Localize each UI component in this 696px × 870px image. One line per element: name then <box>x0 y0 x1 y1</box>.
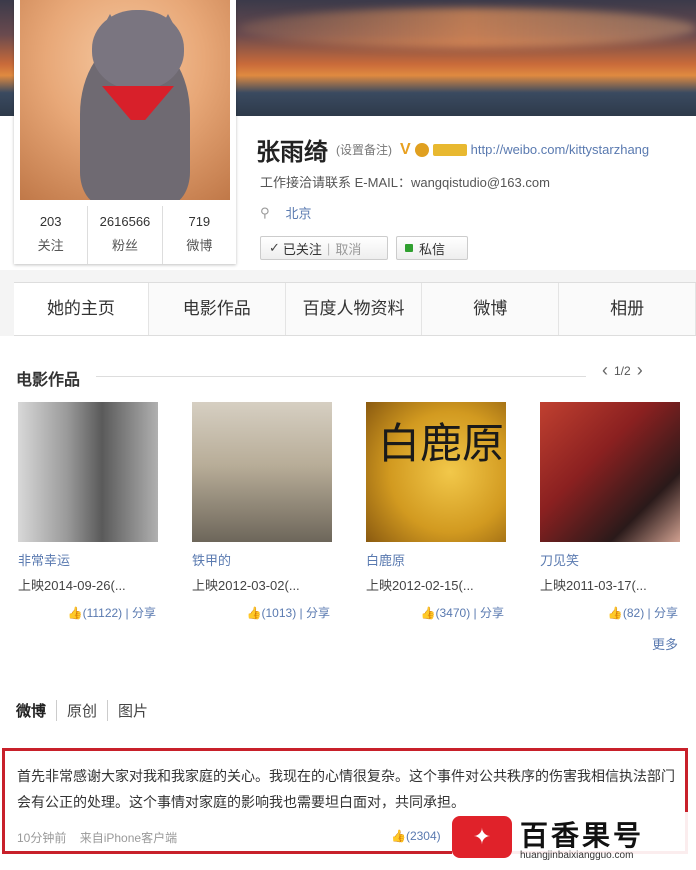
message-icon <box>405 244 413 252</box>
films-pager: ‹ 1/2 › <box>596 360 649 381</box>
section-divider <box>96 376 586 377</box>
stat-following[interactable]: 203 关注 <box>14 206 87 264</box>
thumbs-up-icon[interactable]: 👍 <box>68 606 83 620</box>
watermark: ✦ 百香果号 huangjinbaixiangguo.com <box>452 812 690 864</box>
cat-head-shape <box>92 10 184 90</box>
share-link[interactable]: 分享 <box>132 606 156 620</box>
profile-url-link[interactable]: http://weibo.com/kittystarzhang <box>471 142 649 157</box>
gold-medal-icon[interactable] <box>414 142 429 157</box>
films-section-title: 电影作品 <box>16 372 81 389</box>
like-count[interactable]: (11122) <box>83 606 123 620</box>
movie-card: 非常幸运 上映2014-09-26(... 👍(11122) | 分享 <box>18 402 158 621</box>
profile-name: 张雨绮 <box>256 139 328 166</box>
like-count[interactable]: (82) <box>623 606 644 620</box>
tab-home[interactable]: 她的主页 <box>14 283 149 335</box>
post-meta: 10分钟前 来自iPhone客户端 <box>17 829 177 846</box>
tab-album[interactable]: 相册 <box>559 283 696 335</box>
stat-label: 微博 <box>186 238 213 253</box>
like-count[interactable]: (3470) <box>436 606 471 620</box>
movie-card: 刀见笑 上映2011-03-17(... 👍(82) | 分享 <box>540 402 680 621</box>
feed-tab-all[interactable]: 微博 <box>16 700 56 721</box>
message-label: 私信 <box>419 241 446 257</box>
movie-release-date: 上映2012-03-02(... <box>192 578 300 593</box>
profile-location: ⚲ 北京 <box>260 203 312 222</box>
button-separator: | <box>326 240 331 256</box>
thumbs-up-icon[interactable]: 👍 <box>421 606 436 620</box>
thumbs-up-icon[interactable]: 👍 <box>608 606 623 620</box>
main-content: 电影作品 ‹ 1/2 › 非常幸运 上映2014-09-26(... 👍(111… <box>0 336 696 870</box>
watermark-url: huangjinbaixiangguo.com <box>520 850 634 861</box>
thumbs-up-icon[interactable]: 👍 <box>247 606 262 620</box>
share-link[interactable]: 分享 <box>480 606 504 620</box>
share-link[interactable]: 分享 <box>654 606 678 620</box>
tab-weibo[interactable]: 微博 <box>422 283 560 335</box>
verified-badge[interactable]: V <box>400 141 411 159</box>
watermark-text: 百香果号 <box>520 820 645 851</box>
profile-tabs: 她的主页 电影作品 百度人物资料 微博 相册 <box>14 282 696 336</box>
movie-title[interactable]: 铁甲的 <box>192 550 332 569</box>
profile-stats: 203 关注 2616566 粉丝 719 微博 <box>14 206 236 264</box>
movie-actions: 👍(3470) | 分享 <box>420 606 504 620</box>
movie-release-date: 上映2011-03-17(... <box>540 578 647 593</box>
movie-poster[interactable] <box>192 402 332 542</box>
stat-label: 关注 <box>37 238 64 253</box>
poster-calligraphy: 白鹿原 <box>378 419 505 468</box>
movie-actions: 👍(11122) | 分享 <box>67 606 156 620</box>
movie-release-date: 上映2014-09-26(... <box>18 578 126 593</box>
stat-posts[interactable]: 719 微博 <box>161 206 236 264</box>
movie-card: 白鹿原 白鹿原 上映2012-02-15(... 👍(3470) | 分享 <box>366 402 506 621</box>
set-remark-link[interactable]: (设置备注) <box>336 141 392 158</box>
movie-card: 铁甲的 上映2012-03-02(... 👍(1013) | 分享 <box>192 402 332 621</box>
movie-actions: 👍(1013) | 分享 <box>246 606 330 620</box>
cat-ear-left <box>96 14 124 40</box>
post-like-count: (2304) <box>405 829 441 843</box>
movie-actions: 👍(82) | 分享 <box>607 606 678 620</box>
avatar[interactable] <box>20 0 230 200</box>
post-like[interactable]: 👍(2304) <box>391 829 441 843</box>
unfollow-link[interactable]: 取消 <box>335 239 361 258</box>
feed-tab-images[interactable]: 图片 <box>107 700 158 721</box>
next-page-icon[interactable]: › <box>631 360 649 381</box>
banner-sunset-streak <box>240 8 696 48</box>
location-text[interactable]: 北京 <box>286 203 312 222</box>
watermark-logo-icon: ✦ <box>452 816 512 858</box>
tab-films[interactable]: 电影作品 <box>149 283 286 335</box>
stat-followers[interactable]: 2616566 粉丝 <box>87 206 161 264</box>
stat-number: 203 <box>39 214 62 229</box>
post-time[interactable]: 10分钟前 <box>17 831 66 845</box>
movie-title[interactable]: 白鹿原 <box>366 550 506 569</box>
follow-label: 已关注 <box>282 241 322 257</box>
stat-number: 719 <box>188 214 211 229</box>
check-icon: ✓ <box>269 240 280 255</box>
location-pin-icon: ⚲ <box>260 204 270 220</box>
more-films-link[interactable]: 更多 <box>652 634 678 653</box>
movie-poster[interactable] <box>18 402 158 542</box>
movie-title[interactable]: 刀见笑 <box>540 550 680 569</box>
avatar-card: 203 关注 2616566 粉丝 719 微博 <box>14 0 236 264</box>
stat-number: 2616566 <box>99 214 151 229</box>
post-source[interactable]: 来自iPhone客户端 <box>80 831 177 845</box>
message-button[interactable]: 私信 <box>396 236 468 260</box>
profile-name-line: 张雨绮 (设置备注) V http://weibo.com/kittystarz… <box>256 132 649 167</box>
prev-page-icon[interactable]: ‹ <box>596 360 614 381</box>
tab-baidu-profile[interactable]: 百度人物资料 <box>286 283 423 335</box>
profile-contact: 工作接洽请联系 E-MAIL：wangqistudio@163.com <box>260 175 550 190</box>
thumbs-up-icon: 👍 <box>391 829 406 843</box>
movie-title[interactable]: 非常幸运 <box>18 550 158 569</box>
vip-badge-icon[interactable] <box>432 143 467 156</box>
movie-poster[interactable]: 白鹿原 <box>366 402 506 542</box>
movie-poster[interactable] <box>540 402 680 542</box>
feed-filter-tabs: 微博 原创 图片 <box>16 700 158 721</box>
page-indicator: 1/2 <box>614 363 631 378</box>
follow-button[interactable]: ✓ 已关注 | 取消 <box>260 236 388 260</box>
stat-label: 粉丝 <box>111 238 138 253</box>
like-count[interactable]: (1013) <box>262 606 297 620</box>
post-text: 首先非常感谢大家对我和我家庭的关心。我现在的心情很复杂。这个事件对公共秩序的伤害… <box>17 768 675 810</box>
share-link[interactable]: 分享 <box>306 606 330 620</box>
cat-ear-right <box>154 14 182 40</box>
movie-release-date: 上映2012-02-15(... <box>366 578 474 593</box>
feed-tab-original[interactable]: 原创 <box>56 700 107 721</box>
